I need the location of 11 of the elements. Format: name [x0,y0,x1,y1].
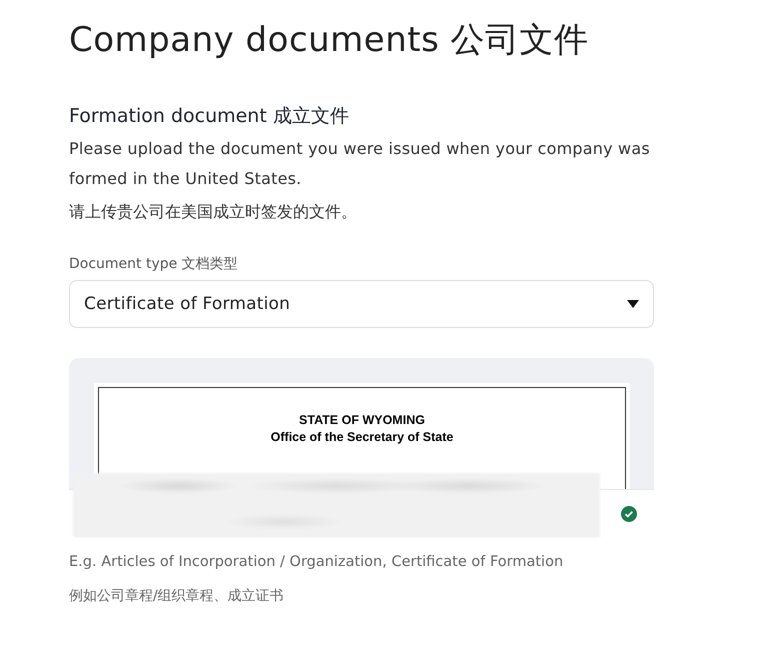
document-heading: Office of the Secretary of State [270,429,454,446]
page-title: Company documents 公司文件 [69,19,590,62]
description-text: 请上传贵公司在美国成立时签发的文件。 [69,201,358,223]
section-heading: Formation document 成立文件 [69,104,350,129]
description-text: Please upload the document you were issued when your company was formed in the United States. [69,138,651,190]
hint-text: E.g. Articles of Incorporation / Organization, Certificate of Formation [69,553,564,572]
document-heading: STATE OF WYOMING [299,412,425,429]
document-type-select[interactable]: Certificate of Formation [69,280,654,328]
field-label: Document type 文档类型 [69,255,239,274]
hint-text: 例如公司章程/组织章程、成立证书 [69,587,285,606]
caret-icon [627,300,639,308]
